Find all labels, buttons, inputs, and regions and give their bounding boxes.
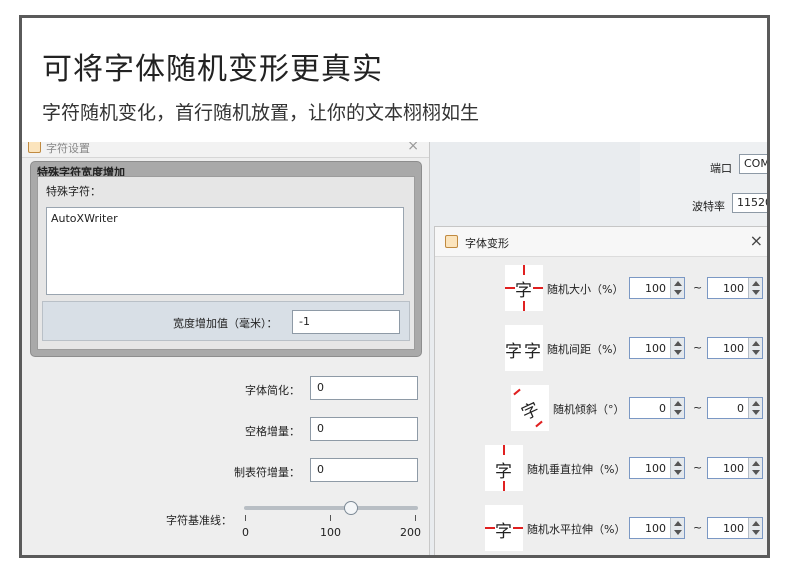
random-vertical-stretch-label: 随机垂直拉伸（%） [527, 463, 626, 476]
tilt-min-spinner[interactable]: 0 [629, 397, 685, 419]
tilt-max-spinner[interactable]: 0 [707, 397, 763, 419]
font-transform-titlebar: 字体变形 × [435, 227, 767, 257]
screenshot-frame: 端口 COM 波特率 11520 字符设置 × 特殊字符宽度增加 特殊字符： A… [19, 15, 770, 558]
baseline-label: 字符基准线： [166, 514, 232, 527]
range-separator: ~ [693, 341, 703, 354]
random-horizontal-stretch-row: 字 随机水平拉伸（%） 100 ~ 100 [435, 503, 767, 553]
baseline-slider-track[interactable] [244, 506, 418, 510]
spacing-max-spinner[interactable]: 100 [707, 337, 763, 359]
special-chars-textarea[interactable]: AutoXWriter [46, 207, 404, 295]
vertical-stretch-max-spinner[interactable]: 100 [707, 457, 763, 479]
spacing-min-spinner[interactable]: 100 [629, 337, 685, 359]
baseline-slider-thumb[interactable] [344, 501, 359, 515]
baseline-tick-label: 200 [400, 526, 421, 539]
char-settings-dialog: 字符设置 × 特殊字符宽度增加 特殊字符： AutoXWriter 宽度增加值（… [22, 136, 430, 555]
char-settings-title: 字符设置 [46, 142, 90, 155]
close-icon[interactable]: × [750, 231, 763, 250]
size-max-spinner[interactable]: 100 [707, 277, 763, 299]
random-size-label: 随机大小（%） [547, 283, 624, 296]
spacing-icon: 字 字 [505, 325, 543, 371]
random-tilt-label: 随机倾斜（°） [553, 403, 625, 416]
port-select[interactable]: COM [739, 154, 767, 174]
horizontal-stretch-max-spinner[interactable]: 100 [707, 517, 763, 539]
random-spacing-label: 随机间距（%） [547, 343, 624, 356]
baseline-tick-label: 0 [242, 526, 249, 539]
random-spacing-row: 字 字 随机间距（%） 100 ~ 100 [435, 323, 767, 373]
app-icon [445, 235, 458, 248]
size-icon: 字 [505, 265, 543, 311]
random-vertical-stretch-row: 字 随机垂直拉伸（%） 100 ~ 100 [435, 443, 767, 493]
font-transform-title: 字体变形 [465, 237, 509, 250]
tab-increase-input[interactable]: 0 [310, 458, 418, 482]
width-increase-label: 宽度增加值（毫米）： [173, 317, 278, 330]
special-chars-label: 特殊字符： [46, 185, 101, 198]
special-width-group: 特殊字符宽度增加 特殊字符： AutoXWriter 宽度增加值（毫米）： -1 [30, 161, 422, 357]
promo-banner: 可将字体随机变形更真实 字符随机变化，首行随机放置，让你的文本栩栩如生 [22, 18, 767, 142]
range-separator: ~ [693, 461, 703, 474]
vertical-stretch-min-spinner[interactable]: 100 [629, 457, 685, 479]
simplify-input[interactable]: 0 [310, 376, 418, 400]
baseline-tick [245, 515, 246, 521]
range-separator: ~ [693, 401, 703, 414]
baud-select[interactable]: 11520 [732, 193, 767, 213]
random-tilt-row: 字 随机倾斜（°） 0 ~ 0 [435, 383, 767, 433]
baud-label: 波特率 [692, 200, 725, 213]
font-transform-dialog: 字体变形 × 字 随机大小（%） 100 ~ 100 字 字 随机间距（%） 1… [434, 226, 767, 555]
width-increase-input[interactable]: -1 [292, 310, 400, 334]
random-horizontal-stretch-label: 随机水平拉伸（%） [527, 523, 626, 536]
banner-subtitle: 字符随机变化，首行随机放置，让你的文本栩栩如生 [42, 102, 480, 124]
horizontal-stretch-icon: 字 [485, 505, 523, 551]
baseline-tick [330, 515, 331, 521]
baseline-tick [415, 515, 416, 521]
space-increase-label: 空格增量： [245, 425, 300, 438]
horizontal-stretch-min-spinner[interactable]: 100 [629, 517, 685, 539]
range-separator: ~ [693, 521, 703, 534]
port-label: 端口 [710, 162, 732, 175]
range-separator: ~ [693, 281, 703, 294]
vertical-stretch-icon: 字 [485, 445, 523, 491]
width-increase-panel: 宽度增加值（毫米）： -1 [42, 301, 410, 341]
baseline-tick-label: 100 [320, 526, 341, 539]
tilt-icon: 字 [511, 385, 549, 431]
size-min-spinner[interactable]: 100 [629, 277, 685, 299]
random-size-row: 字 随机大小（%） 100 ~ 100 [435, 263, 767, 313]
space-increase-input[interactable]: 0 [310, 417, 418, 441]
special-width-group-body: 特殊字符： AutoXWriter 宽度增加值（毫米）： -1 [37, 176, 415, 350]
simplify-label: 字体简化： [245, 384, 300, 397]
banner-title: 可将字体随机变形更真实 [42, 52, 383, 87]
tab-increase-label: 制表符增量： [234, 466, 300, 479]
